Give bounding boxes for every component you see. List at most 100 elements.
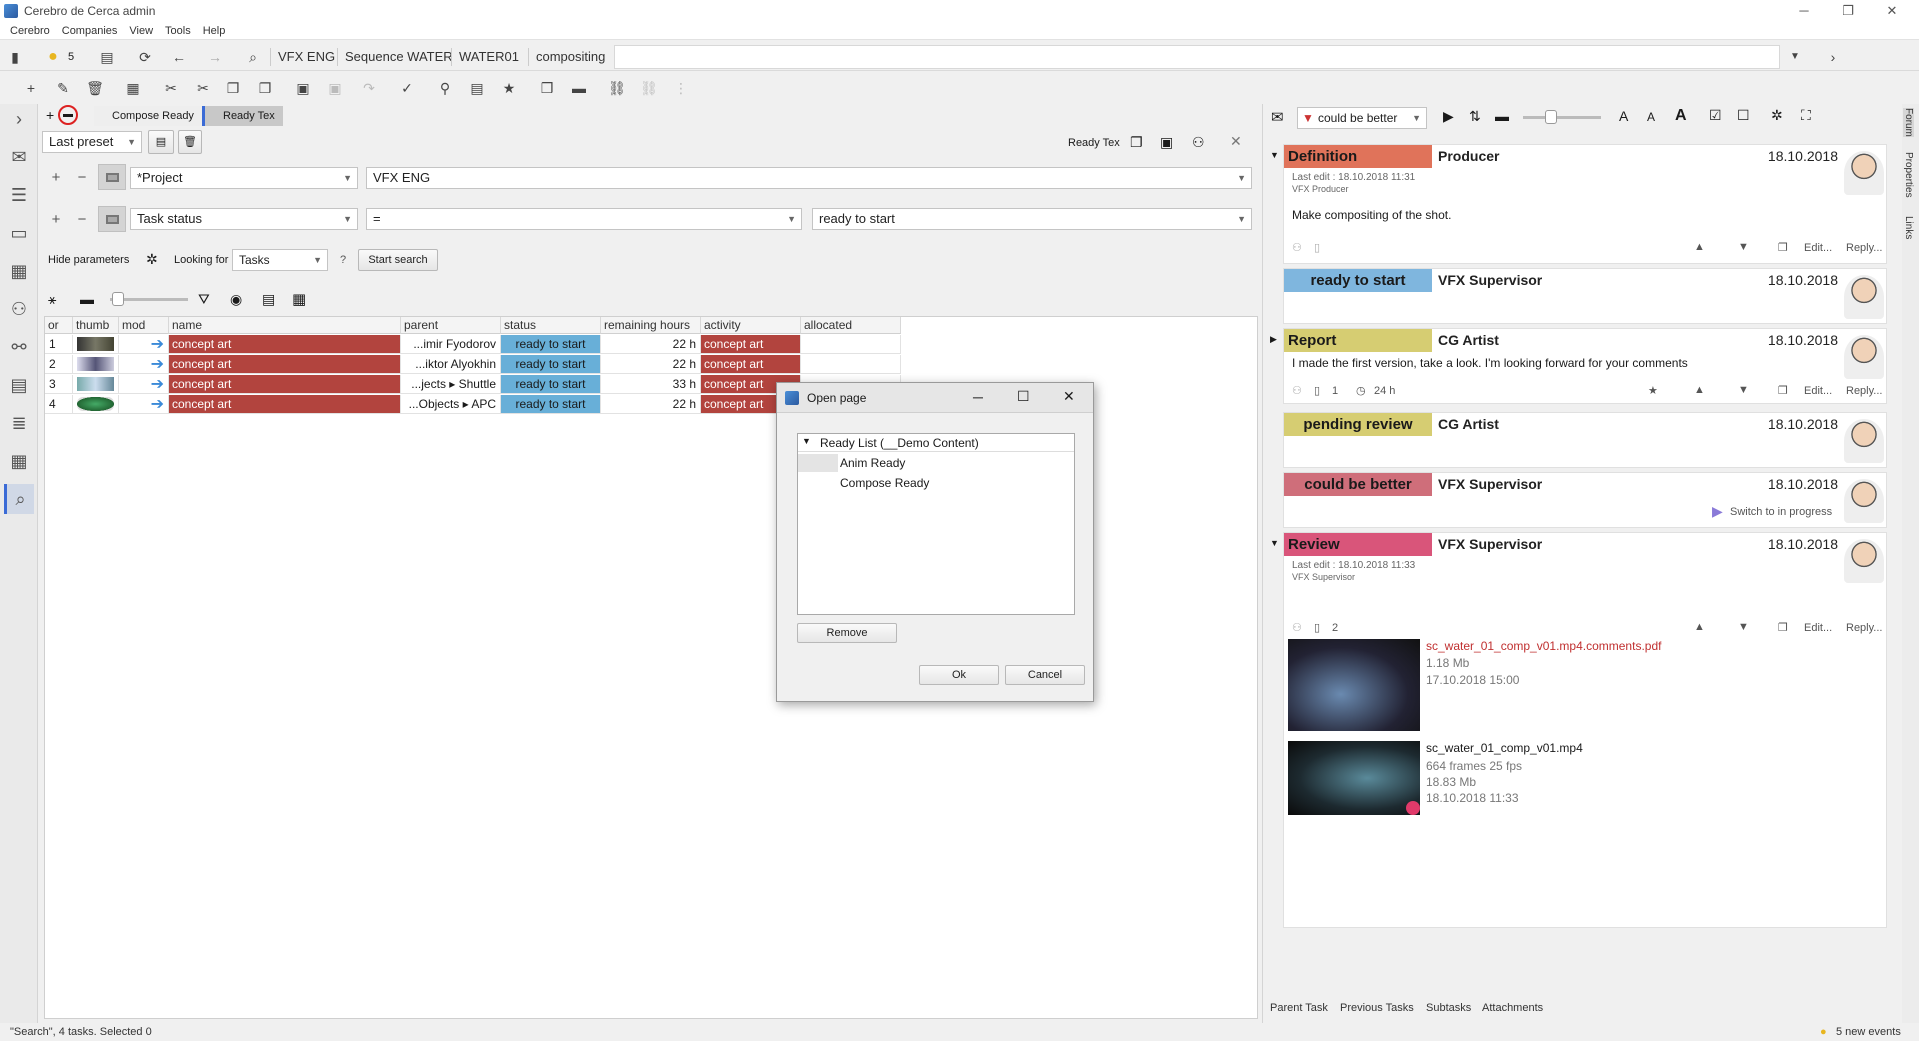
looking-for-select[interactable]: Tasks ▼: [232, 249, 328, 271]
filter-icon[interactable]: ⛛: [198, 291, 210, 308]
reply-link[interactable]: Reply...: [1846, 622, 1882, 634]
chevron-down-icon[interactable]: ▼: [1270, 150, 1279, 160]
video-thumbnail[interactable]: [1288, 741, 1420, 815]
file-icon[interactable]: ▯: [1314, 241, 1320, 254]
copy-icon[interactable]: ❐: [1778, 241, 1788, 254]
tab-attachments[interactable]: Attachments: [1482, 1002, 1543, 1014]
condition-field-select[interactable]: *Project ▼: [130, 167, 358, 189]
forum-message-definition[interactable]: Definition ▼ Producer 18.10.2018 Last ed…: [1270, 144, 1887, 264]
lightbulb-icon[interactable]: ●: [42, 46, 64, 68]
table-icon[interactable]: ▦: [4, 256, 34, 286]
paste-icon[interactable]: ▣: [292, 77, 314, 99]
zoom-slider[interactable]: [1523, 116, 1601, 119]
tab-ready-tex[interactable]: Ready Tex: [202, 106, 283, 126]
menu-cerebro[interactable]: Cerebro: [10, 25, 50, 37]
column-name[interactable]: name: [169, 317, 401, 334]
menu-tools[interactable]: Tools: [165, 25, 191, 37]
panel-icon[interactable]: ▤: [96, 46, 118, 68]
star-icon[interactable]: ★: [1648, 384, 1658, 397]
task-list-icon[interactable]: ☰: [4, 180, 34, 210]
condition-value-select[interactable]: VFX ENG ▼: [366, 167, 1252, 189]
help-icon[interactable]: ?: [340, 254, 346, 266]
column-mod[interactable]: mod: [119, 317, 169, 334]
column-order[interactable]: or: [45, 317, 73, 334]
book-icon[interactable]: ▮: [4, 46, 26, 68]
column-status[interactable]: status: [501, 317, 601, 334]
mail-icon[interactable]: ✉: [4, 142, 34, 172]
delete-icon[interactable]: 🗑: [84, 77, 106, 99]
link-icon[interactable]: ⚇: [1292, 621, 1302, 634]
link-icon[interactable]: ⚇: [1292, 241, 1302, 254]
edit-link[interactable]: Edit...: [1804, 622, 1832, 634]
open-page-folder-icon[interactable]: ▬: [58, 105, 78, 125]
chevron-right-icon[interactable]: ›: [1822, 46, 1844, 68]
back-icon[interactable]: ←: [168, 46, 190, 68]
maximize-button[interactable]: ❐: [1826, 0, 1870, 22]
eye-icon[interactable]: ◉: [230, 291, 242, 308]
attachment-thumbnail[interactable]: [1288, 639, 1420, 731]
close-icon[interactable]: ✕: [1230, 133, 1242, 150]
cut-link-icon[interactable]: ✂: [192, 77, 214, 99]
font-bold-icon[interactable]: A: [1675, 107, 1687, 125]
archive-icon[interactable]: ▦: [122, 77, 144, 99]
forum-message-report[interactable]: Report ▶ CG Artist 18.10.2018 I made the…: [1270, 328, 1887, 404]
collapse-icon[interactable]: ✲: [146, 251, 158, 268]
condition-toggle[interactable]: [98, 206, 126, 232]
pin-icon[interactable]: ⚲: [434, 77, 456, 99]
tab-previous-tasks[interactable]: Previous Tasks: [1340, 1002, 1414, 1014]
attachment-name[interactable]: sc_water_01_comp_v01.mp4: [1426, 741, 1583, 755]
add-tab-button[interactable]: +: [46, 107, 54, 123]
reply-link[interactable]: Reply...: [1846, 242, 1882, 254]
reply-link[interactable]: Reply...: [1846, 385, 1882, 397]
copy-icon[interactable]: ❐: [1130, 134, 1143, 151]
tab-subtasks[interactable]: Subtasks: [1426, 1002, 1471, 1014]
users-icon[interactable]: ⚇: [1192, 134, 1205, 151]
tab-forum[interactable]: Forum: [1903, 108, 1914, 137]
remove-condition-icon[interactable]: −: [74, 212, 90, 228]
users-icon[interactable]: ⚇: [4, 294, 34, 324]
edit-link[interactable]: Edit...: [1804, 385, 1832, 397]
slider-handle[interactable]: [1545, 110, 1557, 124]
menu-help[interactable]: Help: [203, 25, 226, 37]
mail-icon[interactable]: ✉: [1271, 108, 1284, 126]
tab-properties[interactable]: Properties: [1903, 152, 1914, 198]
stack-icon[interactable]: ❒: [536, 77, 558, 99]
edit-icon[interactable]: ✎: [52, 77, 74, 99]
forward-icon[interactable]: →: [204, 46, 226, 68]
slider-handle[interactable]: [112, 292, 124, 306]
thumbnail-icon[interactable]: ▬: [80, 291, 94, 307]
chevron-down-icon[interactable]: ▼: [1784, 46, 1806, 68]
play-icon[interactable]: ▶: [1443, 108, 1454, 125]
thumbs-up-icon[interactable]: ▲: [1694, 384, 1705, 396]
star-icon[interactable]: ★: [498, 77, 520, 99]
table-row[interactable]: 3 ➔ concept art ...jects ▸ Shuttle ready…: [45, 375, 901, 395]
attachment-name[interactable]: sc_water_01_comp_v01.mp4.comments.pdf: [1426, 639, 1661, 653]
font-larger-icon[interactable]: A: [1619, 108, 1628, 124]
remove-button[interactable]: Remove: [797, 623, 897, 643]
hide-parameters-link[interactable]: Hide parameters: [48, 254, 129, 266]
expand-sidebar-icon[interactable]: ›: [4, 104, 34, 134]
flow-icon[interactable]: ⚯: [4, 332, 34, 362]
column-parent[interactable]: parent: [401, 317, 501, 334]
status-select[interactable]: ▼ could be better ▼: [1297, 107, 1427, 129]
thumbs-down-icon[interactable]: ▼: [1738, 384, 1749, 396]
crumb-sequence[interactable]: Sequence WATER: [337, 48, 460, 66]
events-count[interactable]: 5 new events: [1836, 1023, 1901, 1041]
copy-icon[interactable]: ❐: [1778, 384, 1788, 397]
check-icon[interactable]: ✓: [396, 77, 418, 99]
sort-icon[interactable]: ⇅: [1469, 108, 1481, 125]
thumbs-down-icon[interactable]: ▼: [1738, 621, 1749, 633]
redo-icon[interactable]: ↷: [358, 77, 380, 99]
chevron-down-icon[interactable]: ▼: [802, 436, 811, 446]
refresh-icon[interactable]: ⟳: [134, 46, 156, 68]
expand-icon[interactable]: ⛶: [1801, 107, 1811, 124]
minimize-button[interactable]: ─: [1782, 0, 1826, 22]
thumbs-up-icon[interactable]: ▲: [1694, 621, 1705, 633]
operator-select[interactable]: = ▼: [366, 208, 802, 230]
link-icon[interactable]: ⛓: [606, 77, 628, 99]
navigation-path-field[interactable]: [614, 45, 1780, 69]
unlink-icon[interactable]: ⛓: [638, 77, 660, 99]
ok-button[interactable]: Ok: [919, 665, 999, 685]
menu-view[interactable]: View: [129, 25, 153, 37]
file-icon[interactable]: ▯: [1314, 384, 1320, 397]
